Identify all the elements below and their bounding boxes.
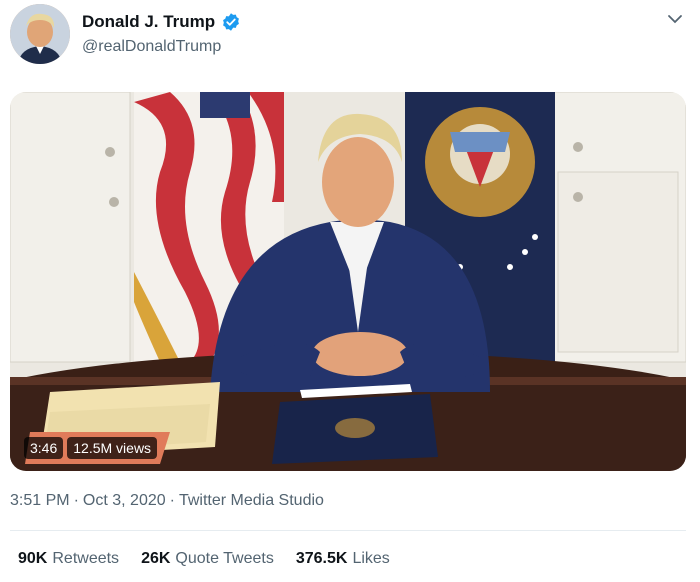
tweet-time[interactable]: 3:51 PM [10,492,70,510]
chevron-down-icon[interactable] [666,10,684,28]
retweets-stat[interactable]: 90K Retweets [18,550,119,568]
quote-tweets-stat[interactable]: 26K Quote Tweets [141,550,274,568]
retweets-count: 90K [18,550,48,567]
tweet-source[interactable]: Twitter Media Studio [179,492,324,510]
likes-label: Likes [352,550,390,567]
likes-stat[interactable]: 376.5K Likes [296,550,390,568]
verified-badge-icon [221,12,241,32]
author-handle[interactable]: @realDonaldTrump [82,38,221,56]
video-frame [10,92,686,471]
quote-tweets-count: 26K [141,550,171,567]
video-badges: 3:46 12.5M views [24,437,158,459]
quote-tweets-label: Quote Tweets [175,550,274,567]
avatar[interactable] [10,4,70,64]
tweet-date[interactable]: Oct 3, 2020 [83,492,166,510]
video-player[interactable]: 3:46 12.5M views [10,92,686,471]
engagement-stats: 90K Retweets 26K Quote Tweets 376.5K Lik… [18,550,390,568]
author-name[interactable]: Donald J. Trump [82,12,215,32]
meta-separator: · [169,492,175,509]
tweet-meta: 3:51 PM · Oct 3, 2020 · Twitter Media St… [10,492,324,510]
divider [10,530,686,531]
video-duration: 3:46 [24,437,64,459]
author-name-row: Donald J. Trump [82,12,241,32]
retweets-label: Retweets [52,550,120,567]
meta-separator: · [73,492,79,509]
video-views: 12.5M views [67,437,158,459]
tweet-header: Donald J. Trump @realDonaldTrump [10,4,690,66]
likes-count: 376.5K [295,550,348,567]
